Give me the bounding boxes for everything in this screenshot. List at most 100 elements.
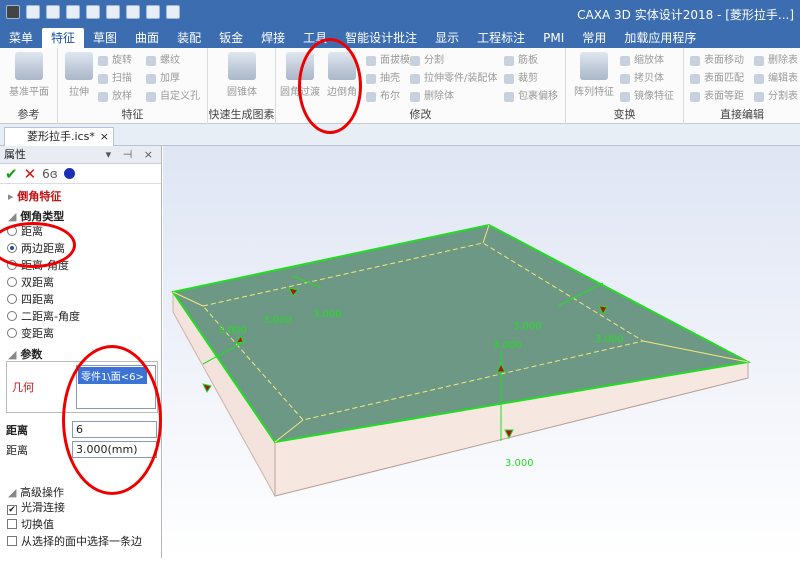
tab-common[interactable]: 常用 — [573, 28, 615, 48]
wrap-offset-button[interactable]: 包裹偏移 — [504, 89, 558, 105]
option-smooth-connect[interactable]: ✔ 光滑连接 — [0, 499, 160, 516]
dim-label: 3.000 — [218, 325, 247, 336]
checkbox-icon[interactable] — [7, 519, 17, 529]
copy-body-button[interactable]: 拷贝体 — [620, 71, 664, 87]
collapse-icon[interactable]: ◢ — [8, 486, 16, 499]
radio-icon[interactable] — [7, 328, 17, 338]
extrude-button[interactable]: 拉伸 — [64, 52, 94, 98]
part-top-face[interactable] — [171, 223, 752, 444]
extrude-to-part-button[interactable]: 拉伸零件/装配体 — [410, 71, 497, 87]
help-icon[interactable] — [63, 168, 75, 179]
tab-sketch[interactable]: 草图 — [84, 28, 126, 48]
pattern-label: 阵列特征 — [574, 87, 614, 98]
close-doc-icon[interactable] — [66, 5, 80, 19]
face-move-button[interactable]: 表面移动 — [690, 53, 744, 69]
delete-body-button[interactable]: 删除体 — [410, 89, 454, 105]
tab-dimension[interactable]: 工程标注 — [468, 28, 534, 48]
new-icon[interactable] — [26, 5, 40, 19]
tab-display[interactable]: 显示 — [426, 28, 468, 48]
tab-menu[interactable]: 菜单 — [0, 28, 42, 48]
panel-controls[interactable]: ▾ ⊣ × — [106, 146, 157, 164]
quick-access-toolbar — [6, 5, 180, 19]
collapse-icon[interactable]: ◢ — [8, 348, 16, 361]
section-params-label: 参数 — [20, 348, 43, 361]
cone-icon — [228, 52, 256, 80]
cone-label: 圆锥体 — [227, 87, 257, 98]
tab-addins[interactable]: 加载应用程序 — [615, 28, 705, 48]
base-plane-button[interactable]: 基准平面 — [9, 52, 49, 98]
group-direct-edit-label: 直接编辑 — [720, 108, 764, 121]
cone-button[interactable]: 圆锥体 — [222, 52, 262, 98]
dim-label: 3.000 — [513, 321, 542, 332]
split-button[interactable]: 分割 — [410, 53, 444, 69]
type-option-two-distance-angle[interactable]: 二距离-角度 — [0, 308, 160, 325]
open-icon[interactable] — [46, 5, 60, 19]
shell-button[interactable]: 抽壳 — [366, 71, 400, 87]
checkbox-checked-icon[interactable]: ✔ — [7, 505, 17, 515]
document-tab[interactable]: 菱形拉手.ics* × — [4, 127, 114, 146]
pattern-button[interactable]: 阵列特征 — [572, 52, 616, 98]
expand-icon[interactable]: ▸ — [8, 190, 14, 203]
revolve-button[interactable]: 旋转 — [98, 53, 132, 69]
save-icon[interactable] — [86, 5, 100, 19]
option-switch-value[interactable]: 切换值 — [0, 516, 160, 533]
face-draft-button[interactable]: 面拔模 — [366, 53, 410, 69]
sweep-button[interactable]: 扫描 — [98, 71, 132, 87]
tab-weld[interactable]: 焊接 — [252, 28, 294, 48]
plane-icon — [15, 52, 43, 80]
ribbon: 基准平面 参考 拉伸 旋转 扫描 放样 螺纹 加厚 自定义孔 特征 圆锥体 快速… — [0, 48, 800, 124]
type-option-double-distance[interactable]: 双距离 — [0, 274, 160, 291]
option-select-edge-from-face[interactable]: 从选择的面中选择一条边 — [0, 533, 160, 550]
split-face-button[interactable]: 分割表 — [754, 89, 798, 105]
geometry-label: 几何 — [12, 381, 34, 394]
type-label: 四距离 — [21, 293, 54, 306]
group-reference: 基准平面 参考 — [0, 48, 58, 124]
dim-label: 3.000 — [595, 334, 624, 345]
rib-button[interactable]: 筋板 — [504, 53, 538, 69]
type-label: 双距离 — [21, 276, 54, 289]
type-option-four-distance[interactable]: 四距离 — [0, 291, 160, 308]
group-direct-edit: 表面移动 表面匹配 表面等距 删除表 编辑表 分割表 直接编辑 — [684, 48, 800, 124]
radio-icon[interactable] — [7, 311, 17, 321]
tab-smart-annotation[interactable]: 智能设计批注 — [336, 28, 426, 48]
checkbox-icon[interactable] — [7, 536, 17, 546]
redo-icon[interactable] — [126, 5, 140, 19]
cancel-icon[interactable]: ✕ — [24, 165, 37, 183]
undo-icon[interactable] — [106, 5, 120, 19]
type-option-variable-distance[interactable]: 变距离 — [0, 325, 160, 342]
panel-toolbar: ✔ ✕ 6ɞ — [0, 164, 161, 184]
edit-face-button[interactable]: 编辑表 — [754, 71, 798, 87]
collapse-icon[interactable]: ◢ — [8, 210, 16, 223]
thicken-button[interactable]: 加厚 — [146, 71, 180, 87]
print-icon[interactable] — [146, 5, 160, 19]
option-label: 从选择的面中选择一条边 — [21, 535, 142, 548]
tab-sheetmetal[interactable]: 钣金 — [210, 28, 252, 48]
help-icon[interactable] — [166, 5, 180, 19]
boolean-button[interactable]: 布尔 — [366, 89, 400, 105]
radio-icon[interactable] — [7, 294, 17, 304]
radio-icon[interactable] — [7, 277, 17, 287]
loft-button[interactable]: 放样 — [98, 89, 132, 105]
confirm-icon[interactable]: ✔ — [5, 165, 18, 183]
3d-viewport[interactable]: 3.000 3.000 3.000 3.000 3.000 3.000 3.00… — [163, 146, 800, 558]
model-scene[interactable]: 3.000 3.000 3.000 3.000 3.000 3.000 3.00… — [163, 146, 800, 558]
trim-button[interactable]: 裁剪 — [504, 71, 538, 87]
panel-title: 属性 — [4, 148, 26, 161]
tab-feature[interactable]: 特征 — [42, 28, 85, 48]
scale-button[interactable]: 缩放体 — [620, 53, 664, 69]
dim-label: 3.000 — [505, 458, 534, 469]
group-reference-label: 参考 — [17, 108, 40, 121]
preview-icon[interactable]: 6ɞ — [42, 167, 58, 181]
mirror-button[interactable]: 镜像特征 — [620, 89, 674, 105]
tab-surface[interactable]: 曲面 — [126, 28, 168, 48]
face-equidistant-button[interactable]: 表面等距 — [690, 89, 744, 105]
tab-assembly[interactable]: 装配 — [168, 28, 210, 48]
face-match-button[interactable]: 表面匹配 — [690, 71, 744, 87]
section-advanced-label: 高级操作 — [19, 486, 64, 499]
close-icon[interactable]: × — [100, 128, 109, 146]
custom-hole-button[interactable]: 自定义孔 — [146, 89, 200, 105]
thread-button[interactable]: 螺纹 — [146, 53, 180, 69]
tab-pmi[interactable]: PMI — [534, 28, 573, 48]
delete-face-button[interactable]: 删除表 — [754, 53, 798, 69]
app-icon[interactable] — [6, 5, 20, 19]
